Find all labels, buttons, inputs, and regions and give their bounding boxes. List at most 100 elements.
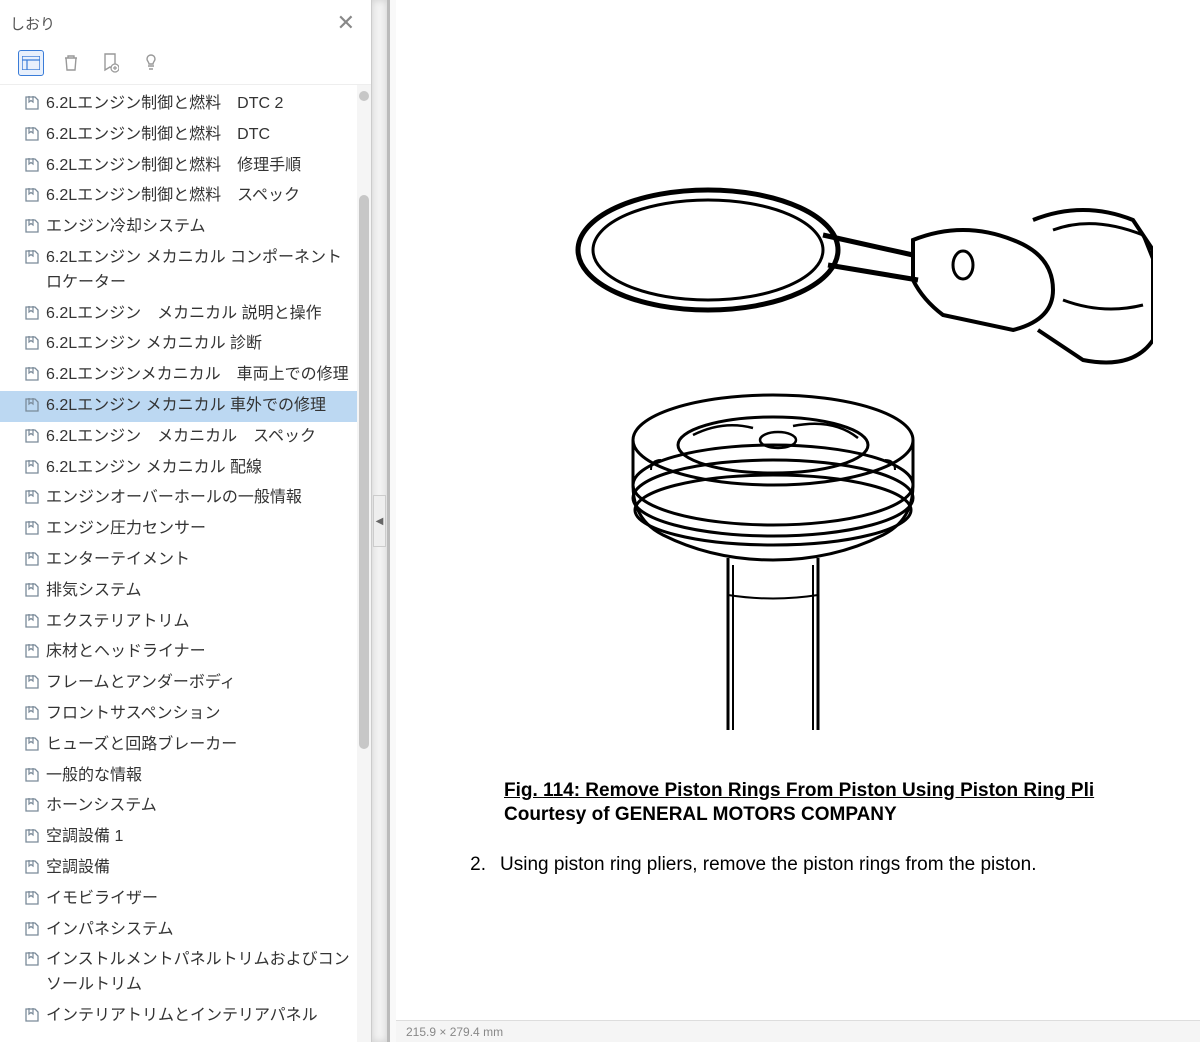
bookmark-icon — [24, 921, 40, 937]
bookmark-item[interactable]: 排気システム — [0, 576, 357, 607]
bookmark-label: 6.2Lエンジン制御と燃料 DTC 2 — [46, 92, 283, 117]
bookmark-label: 6.2Lエンジン制御と燃料 DTC — [46, 123, 270, 148]
bookmark-icon — [24, 489, 40, 505]
bookmark-item[interactable]: 6.2Lエンジン制御と燃料 修理手順 — [0, 151, 357, 182]
bookmark-item[interactable]: 6.2Lエンジン メカニカル 車外での修理 — [0, 391, 357, 422]
bookmark-list-wrap: 6.2Lエンジン制御と燃料 DTC 2 6.2Lエンジン制御と燃料 DTC 6.2L… — [0, 85, 371, 1042]
bookmark-icon — [24, 428, 40, 444]
tag-icon[interactable] — [138, 50, 164, 76]
outline-view-icon[interactable] — [18, 50, 44, 76]
bookmark-label: 一般的な情報 — [46, 764, 142, 789]
bookmark-item[interactable]: 床材とヘッドライナー — [0, 637, 357, 668]
bookmark-icon — [24, 736, 40, 752]
trash-icon[interactable] — [58, 50, 84, 76]
bookmark-label: 床材とヘッドライナー — [46, 640, 206, 665]
bookmark-icon — [24, 157, 40, 173]
bookmark-label: 排気システム — [46, 579, 142, 604]
bookmark-icon — [24, 951, 40, 967]
bookmark-label: 6.2Lエンジン メカニカル 説明と操作 — [46, 302, 322, 327]
bookmark-item[interactable]: フロントサスペンション — [0, 699, 357, 730]
document-page: Fig. 114: Remove Piston Rings From Pisto… — [396, 0, 1200, 1020]
bookmark-icon — [24, 613, 40, 629]
bookmark-icon — [24, 459, 40, 475]
bookmark-item[interactable]: インテリアトリムとインテリアパネル — [0, 1001, 357, 1032]
bookmark-icon — [24, 397, 40, 413]
figure-image — [483, 70, 1163, 750]
bookmark-icon — [24, 126, 40, 142]
bookmark-item[interactable]: 一般的な情報 — [0, 761, 357, 792]
bookmark-label: 6.2Lエンジン制御と燃料 スペック — [46, 184, 300, 209]
bookmark-label: エンジン圧力センサー — [46, 517, 206, 542]
bookmark-label: エンジン冷却システム — [46, 215, 206, 240]
close-icon[interactable]: ✕ — [331, 6, 361, 40]
bookmark-icon — [24, 890, 40, 906]
bookmark-icon — [24, 187, 40, 203]
bookmark-icon — [24, 797, 40, 813]
bookmark-item[interactable]: フレームとアンダーボディ — [0, 668, 357, 699]
bookmark-label: フレームとアンダーボディ — [46, 671, 236, 696]
scroll-thumb-top[interactable] — [359, 91, 369, 101]
figure-title: Fig. 114: Remove Piston Rings From Pisto… — [504, 780, 1094, 801]
step-text: Using piston ring pliers, remove the pis… — [500, 854, 1036, 876]
bookmark-label: インテリアトリムとインテリアパネル — [46, 1004, 318, 1029]
bookmark-label: フロントサスペンション — [46, 702, 221, 727]
bookmark-icon — [24, 335, 40, 351]
bookmark-label: 空調設備 — [46, 856, 110, 881]
bookmark-icon — [24, 520, 40, 536]
scroll-thumb[interactable] — [359, 195, 369, 749]
bookmark-icon — [24, 828, 40, 844]
collapse-sidebar-icon[interactable]: ◀ — [373, 495, 386, 547]
step-number: 2. — [450, 854, 486, 876]
bookmark-item[interactable]: 6.2Lエンジン メカニカル 配線 — [0, 453, 357, 484]
bookmark-item[interactable]: 6.2Lエンジン制御と燃料 DTC — [0, 120, 357, 151]
bookmark-icon — [24, 859, 40, 875]
bookmark-icon — [24, 767, 40, 783]
bookmark-icon — [24, 305, 40, 321]
bookmark-icon — [24, 551, 40, 567]
bookmark-item[interactable]: 6.2Lエンジン メカニカル 診断 — [0, 329, 357, 360]
bookmark-item[interactable]: 6.2Lエンジン メカニカル コンポーネントロケーター — [0, 243, 357, 299]
bookmark-item[interactable]: 6.2Lエンジン制御と燃料 スペック — [0, 181, 357, 212]
bookmark-icon — [24, 366, 40, 382]
bookmark-item[interactable]: エンジンオーバーホールの一般情報 — [0, 483, 357, 514]
bookmark-label: 6.2Lエンジンメカニカル 車両上での修理 — [46, 363, 349, 388]
bookmark-item[interactable]: エンジン圧力センサー — [0, 514, 357, 545]
bookmark-label: 6.2Lエンジン メカニカル 配線 — [46, 456, 262, 481]
bookmark-item[interactable]: エクステリアトリム — [0, 607, 357, 638]
bookmark-label: 6.2Lエンジン メカニカル 診断 — [46, 332, 262, 357]
bookmark-item[interactable]: 6.2Lエンジンメカニカル 車両上での修理 — [0, 360, 357, 391]
bookmark-item[interactable]: 6.2Lエンジン メカニカル スペック — [0, 422, 357, 453]
bookmark-icon — [24, 582, 40, 598]
sidebar-title: しおり — [10, 13, 55, 34]
bookmark-item[interactable]: 6.2Lエンジン メカニカル 説明と操作 — [0, 299, 357, 330]
figure-caption: Fig. 114: Remove Piston Rings From Pisto… — [504, 780, 1200, 802]
bookmark-icon — [24, 249, 40, 265]
bookmark-item[interactable]: エンジン冷却システム — [0, 212, 357, 243]
bookmark-item[interactable]: インパネシステム — [0, 915, 357, 946]
bookmark-item[interactable]: イモビライザー — [0, 884, 357, 915]
main-content: ◀ — [372, 0, 1200, 1042]
bookmark-label: エンターテイメント — [46, 548, 190, 573]
bookmark-icon — [24, 218, 40, 234]
figure-courtesy: Courtesy of GENERAL MOTORS COMPANY — [504, 804, 1200, 826]
bookmark-label: エンジンオーバーホールの一般情報 — [46, 486, 302, 511]
bookmark-item[interactable]: 空調設備 — [0, 853, 357, 884]
bookmark-item[interactable]: エンターテイメント — [0, 545, 357, 576]
status-bar: 215.9 × 279.4 mm — [396, 1020, 1200, 1042]
bookmark-item[interactable]: インストルメントパネルトリムおよびコンソールトリム — [0, 945, 357, 1001]
bookmark-item[interactable]: 空調設備 1 — [0, 822, 357, 853]
add-bookmark-icon[interactable] — [98, 50, 124, 76]
bookmark-list: 6.2Lエンジン制御と燃料 DTC 2 6.2Lエンジン制御と燃料 DTC 6.2L… — [0, 85, 357, 1042]
bookmark-label: 空調設備 1 — [46, 825, 123, 850]
bookmark-label: 6.2Lエンジン メカニカル コンポーネントロケーター — [46, 246, 351, 296]
bookmark-item[interactable]: 6.2Lエンジン制御と燃料 DTC 2 — [0, 89, 357, 120]
bookmarks-sidebar: しおり ✕ 6.2Lエンジン制御と燃料 DTC 26.2Lエンジン制御と燃料 D… — [0, 0, 372, 1042]
bookmark-label: 6.2Lエンジン制御と燃料 修理手順 — [46, 154, 301, 179]
bookmark-icon — [24, 95, 40, 111]
bookmark-item[interactable]: ヒューズと回路ブレーカー — [0, 730, 357, 761]
sidebar-scrollbar[interactable] — [357, 85, 371, 1042]
bookmark-item[interactable]: ホーンシステム — [0, 791, 357, 822]
splitter[interactable]: ◀ — [372, 0, 390, 1042]
bookmark-label: インストルメントパネルトリムおよびコンソールトリム — [46, 948, 351, 998]
page-dimensions: 215.9 × 279.4 mm — [406, 1025, 503, 1039]
